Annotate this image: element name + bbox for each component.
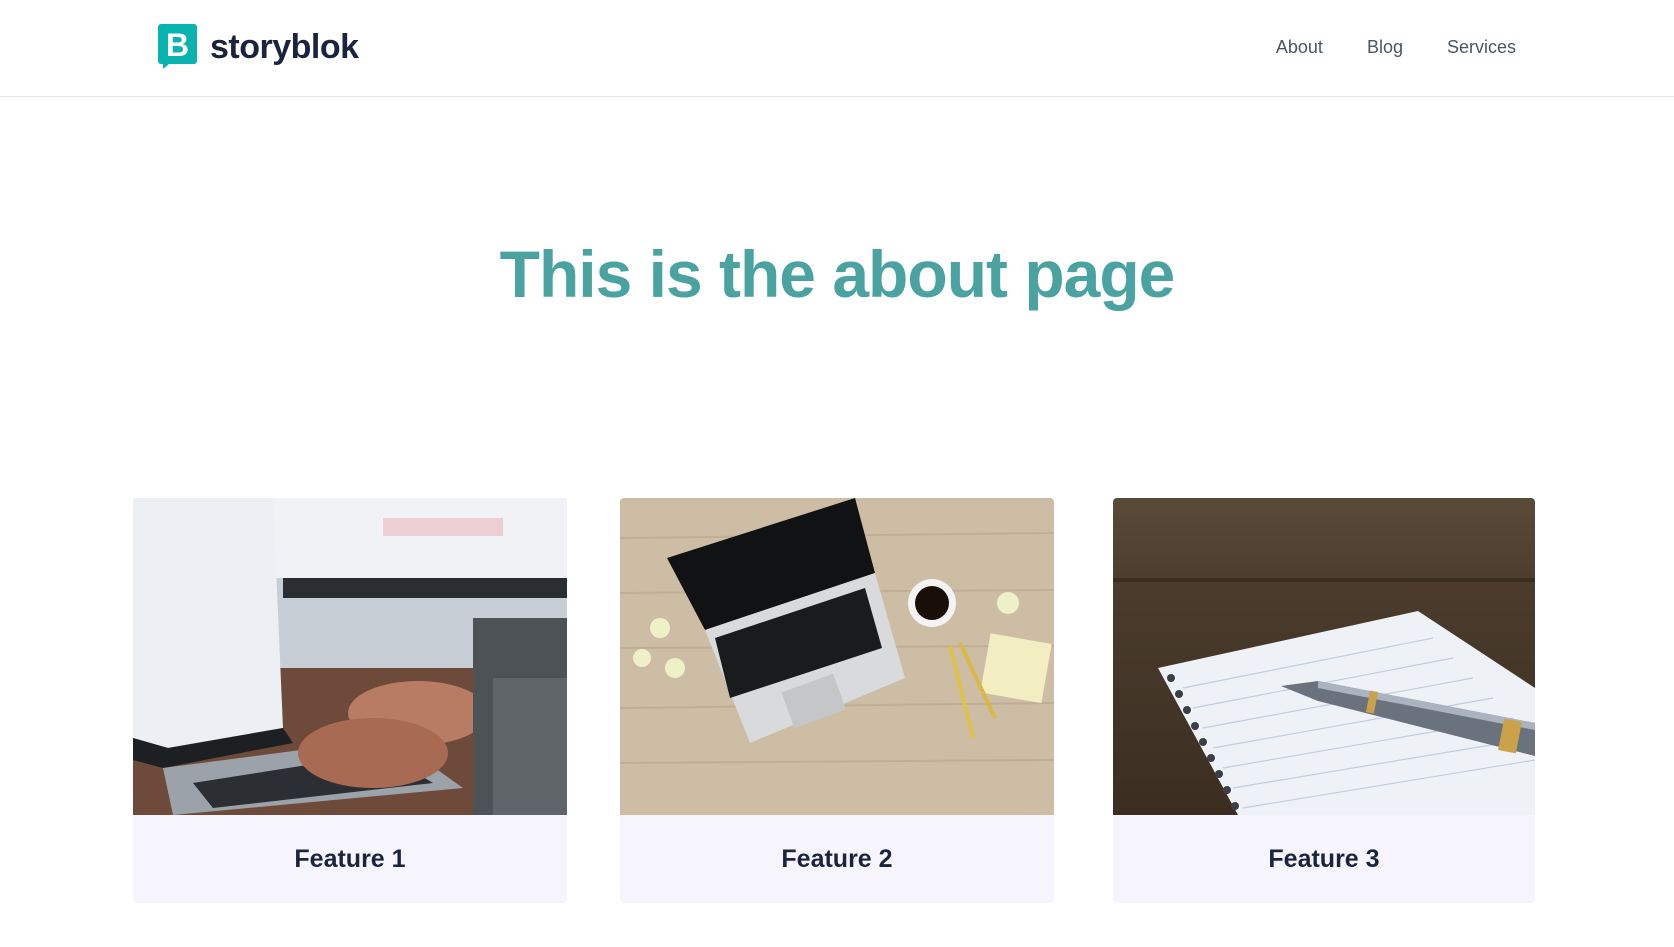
notebook-and-fountain-pen-photo: [1113, 498, 1535, 815]
svg-text:B: B: [166, 27, 189, 63]
nav-link-about[interactable]: About: [1276, 35, 1323, 59]
page-title: This is the about page: [499, 237, 1176, 311]
storyblok-logo-icon: B: [158, 24, 197, 69]
feature-title: Feature 1: [294, 844, 406, 873]
storyblok-logo-link[interactable]: B storyblok: [158, 24, 359, 69]
storyblok-wordmark: storyblok: [210, 27, 359, 66]
nav-link-blog[interactable]: Blog: [1367, 35, 1403, 59]
nav-link-services[interactable]: Services: [1447, 35, 1516, 59]
feature-card-3: Feature 3: [1113, 498, 1535, 903]
site-header: B storyblok About Blog Services: [0, 0, 1674, 97]
feature-title: Feature 3: [1268, 844, 1380, 873]
laptop-and-coffee-on-desk-photo: [620, 498, 1054, 815]
main-nav: About Blog Services: [1276, 35, 1516, 59]
feature-title: Feature 2: [781, 844, 893, 873]
feature-card-1: Feature 1: [133, 498, 567, 903]
feature-card-2: Feature 2: [620, 498, 1054, 903]
hands-typing-on-laptop-photo: [133, 498, 567, 815]
